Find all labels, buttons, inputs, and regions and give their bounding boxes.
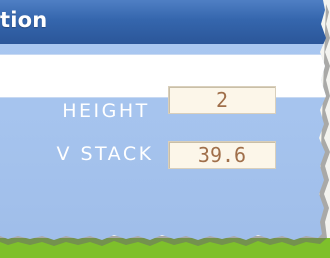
stack-height-label-line2: HEIGHT bbox=[62, 100, 150, 122]
screenshot-scene: tion STACK HEIGHT 2 V STACK 39.6 bbox=[0, 0, 330, 258]
title-bar: tion bbox=[0, 0, 326, 44]
v-stack-field[interactable]: 39.6 bbox=[168, 141, 276, 169]
window-title: tion bbox=[0, 8, 48, 32]
app-window: tion STACK HEIGHT 2 V STACK 39.6 bbox=[0, 0, 326, 240]
v-stack-label: V STACK bbox=[56, 143, 154, 165]
stack-height-label-line1: STACK bbox=[69, 79, 143, 101]
stack-height-field[interactable]: 2 bbox=[168, 86, 276, 114]
white-band bbox=[0, 54, 326, 98]
stack-height-label: STACK HEIGHT bbox=[56, 80, 156, 122]
